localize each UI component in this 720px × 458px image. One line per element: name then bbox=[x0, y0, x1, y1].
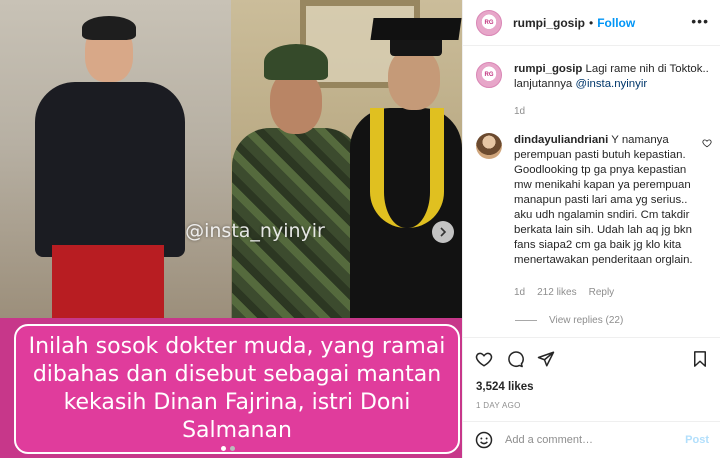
carousel-dot-active bbox=[221, 446, 226, 451]
comment-input[interactable] bbox=[505, 434, 675, 446]
comment-time[interactable]: 1d bbox=[514, 287, 525, 298]
man-hair bbox=[82, 16, 136, 40]
caption-time[interactable]: 1d bbox=[514, 106, 525, 117]
avatar[interactable] bbox=[476, 133, 502, 159]
heart-icon[interactable] bbox=[475, 350, 493, 368]
carousel-indicator bbox=[221, 446, 235, 451]
chevron-right-icon bbox=[440, 227, 447, 237]
share-icon[interactable] bbox=[537, 350, 555, 368]
view-replies-label: View replies (22) bbox=[549, 315, 624, 326]
comment-text: dindayuliandriani Y namanya perempuan pa… bbox=[514, 133, 702, 268]
carousel-next-button[interactable] bbox=[432, 221, 454, 243]
post-sidebar: RG rumpi_gosip • Follow ••• RG rumpi_gos… bbox=[462, 0, 720, 458]
add-comment-bar: Post bbox=[463, 421, 720, 458]
emoji-icon[interactable] bbox=[475, 431, 493, 449]
watermark-text: @insta_nyinyir bbox=[185, 220, 325, 242]
heart-icon[interactable] bbox=[702, 138, 712, 148]
comment-likes[interactable]: 212 likes bbox=[537, 287, 576, 298]
caption-meta: 1d bbox=[514, 106, 525, 117]
avatar[interactable]: RG bbox=[476, 9, 502, 36]
comments-list[interactable]: RG rumpi_gosip Lagi rame nih di Toktok..… bbox=[463, 47, 720, 337]
post-actions: 3,524 likes 1 DAY AGO bbox=[463, 337, 720, 410]
post-comment-button[interactable]: Post bbox=[685, 434, 709, 446]
header-separator: • bbox=[589, 15, 594, 30]
bookmark-icon bbox=[694, 351, 706, 367]
more-icon[interactable]: ••• bbox=[691, 14, 709, 28]
carousel-dot bbox=[230, 446, 235, 451]
caption-overlay-panel: Inilah sosok dokter muda, yang ramai dib… bbox=[0, 318, 462, 458]
avatar[interactable]: RG bbox=[476, 62, 502, 88]
graduate-cap-board bbox=[370, 18, 462, 40]
caption-overlay-text: Inilah sosok dokter muda, yang ramai dib… bbox=[28, 334, 446, 443]
caption-mention[interactable]: @insta.nyinyir bbox=[575, 78, 647, 90]
graduate-sash bbox=[370, 108, 444, 228]
post-header: RG rumpi_gosip • Follow ••• bbox=[463, 0, 720, 46]
likes-count[interactable]: 3,524 likes bbox=[476, 381, 534, 393]
comment-body: Y namanya perempuan pasti butuh kepastia… bbox=[514, 134, 693, 266]
header-username[interactable]: rumpi_gosip bbox=[513, 16, 585, 30]
graduate-head bbox=[388, 48, 440, 110]
soldier-cap bbox=[264, 44, 328, 80]
follow-button[interactable]: Follow bbox=[597, 16, 635, 30]
reply-button[interactable]: Reply bbox=[589, 287, 615, 298]
view-replies-line bbox=[515, 320, 537, 321]
comment-icon[interactable] bbox=[506, 350, 524, 368]
caption-overlay-box: Inilah sosok dokter muda, yang ramai dib… bbox=[14, 324, 460, 454]
caption-text: rumpi_gosip Lagi rame nih di Toktok.. la… bbox=[514, 62, 710, 92]
post-media[interactable]: @insta_nyinyir Inilah sosok dokter muda,… bbox=[0, 0, 462, 458]
post-date[interactable]: 1 DAY AGO bbox=[476, 401, 521, 410]
comment-meta: 1d 212 likes Reply bbox=[514, 287, 614, 298]
red-pants bbox=[52, 245, 164, 318]
comment-username[interactable]: dindayuliandriani bbox=[514, 134, 608, 146]
bookmark-button[interactable] bbox=[691, 350, 709, 373]
action-icons bbox=[475, 350, 555, 368]
caption-username[interactable]: rumpi_gosip bbox=[514, 63, 582, 75]
view-replies-button[interactable]: View replies (22) bbox=[515, 315, 623, 326]
